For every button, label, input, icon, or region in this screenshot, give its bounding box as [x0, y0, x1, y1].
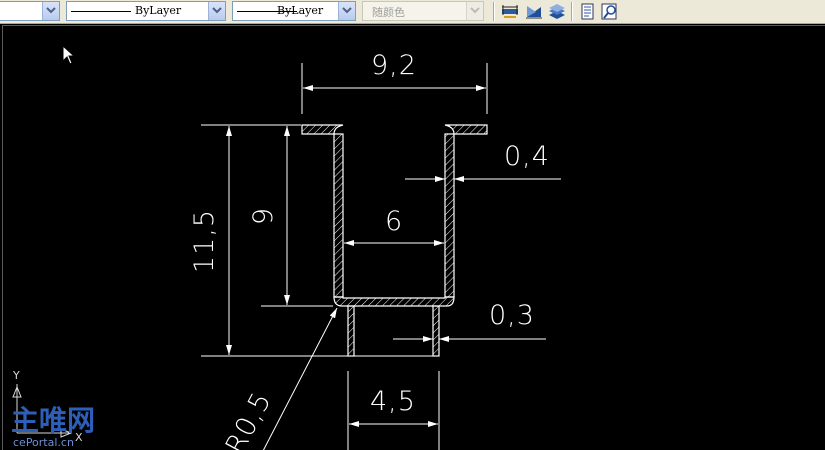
linetype-value: ByLayer: [135, 4, 182, 17]
dropdown-arrow-icon[interactable]: [208, 2, 225, 20]
plotstyle-combo: 随颜色: [362, 1, 484, 21]
cad-drawing: 9,2 0,4 6 9 11,5 0,3 4,5 R0,5 Y X: [12, 50, 561, 450]
lineweight-value: ByLayer: [277, 4, 324, 17]
dim-fillet-radius: R0,5: [220, 387, 278, 450]
dropdown-arrow-icon[interactable]: [42, 2, 59, 20]
dim-top-width: 9,2: [371, 50, 417, 81]
layer-prev-icon[interactable]: [547, 2, 567, 21]
ucs-y-label: Y: [12, 369, 20, 382]
dim-bottom-diameter: 4,5: [370, 386, 416, 417]
properties-toolbar: ByLayer ByLayer 随颜色: [0, 0, 825, 24]
dim-style-icon[interactable]: [500, 2, 520, 21]
zoom-icon[interactable]: [600, 2, 620, 21]
dimension-texts: 9,2 0,4 6 9 11,5 0,3 4,5 R0,5: [189, 50, 550, 450]
dim-wall-thickness: 0,4: [504, 141, 550, 172]
mouse-cursor-icon: [62, 45, 76, 65]
toolbar-separator: [493, 2, 495, 21]
linetype-preview: [71, 11, 131, 12]
watermark-logo: 主唯网: [11, 404, 95, 437]
dim-bottom-thickness: 0,3: [489, 300, 535, 331]
properties-icon[interactable]: [578, 2, 598, 21]
linetype-combo[interactable]: ByLayer: [66, 1, 226, 21]
layer-states-icon[interactable]: [524, 2, 544, 21]
dim-bore-diameter: 6: [385, 206, 403, 237]
lineweight-combo[interactable]: ByLayer: [232, 1, 356, 21]
dim-flange-height: 9: [248, 207, 279, 225]
site-watermark: 主唯网 cePortal.cn: [11, 404, 95, 449]
toolbar-separator: [571, 2, 573, 21]
layer-combo[interactable]: [0, 1, 60, 21]
plotstyle-value: 随颜色: [372, 6, 405, 19]
watermark-url: cePortal.cn: [13, 436, 74, 449]
drawing-canvas[interactable]: 9,2 0,4 6 9 11,5 0,3 4,5 R0,5 Y X 主唯网 ce…: [2, 25, 825, 450]
dim-total-height: 11,5: [189, 209, 220, 273]
dropdown-arrow-icon: [466, 2, 483, 20]
dropdown-arrow-icon[interactable]: [338, 2, 355, 20]
